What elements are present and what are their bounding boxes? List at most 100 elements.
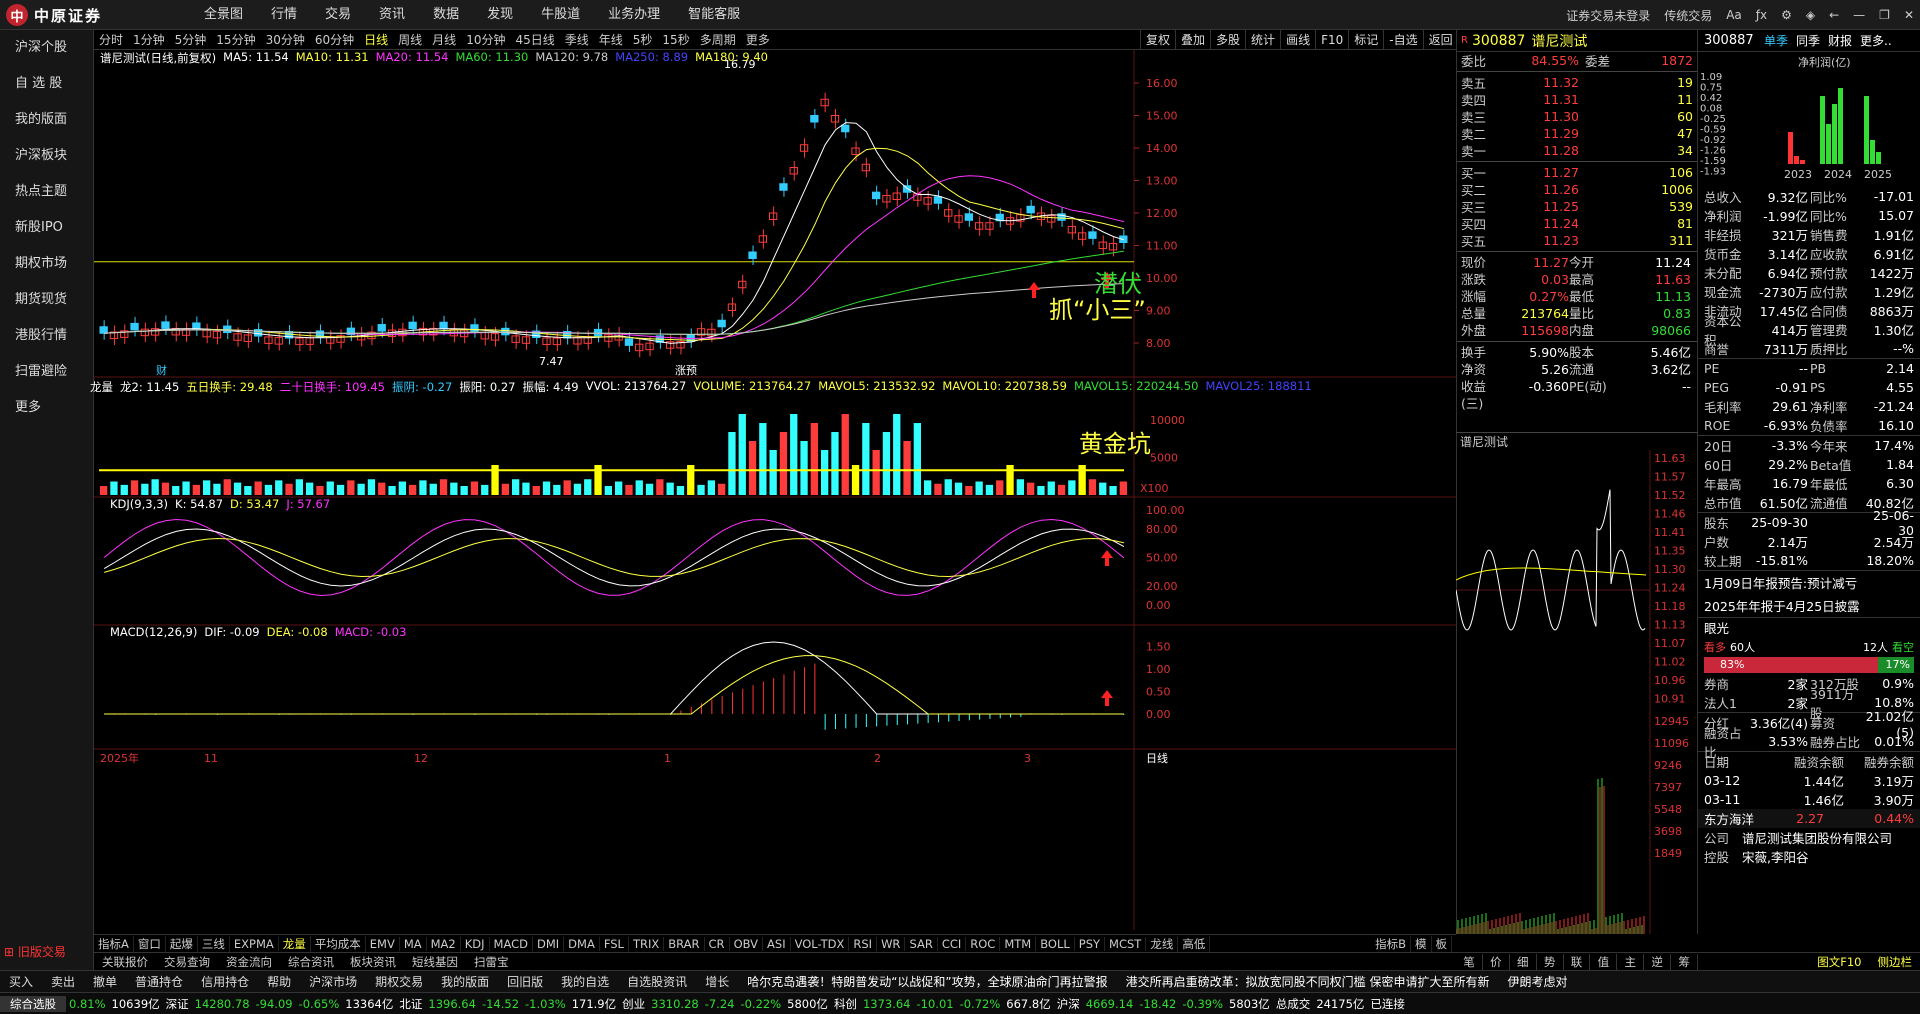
action-button[interactable]: 我的自选: [552, 973, 618, 990]
main-menu-item[interactable]: 牛股道: [527, 0, 594, 30]
indicator-tab[interactable]: DMI: [533, 936, 565, 951]
sidebar-item[interactable]: 沪深个股: [0, 30, 93, 66]
fin-tab[interactable]: 同季: [1796, 32, 1820, 49]
bottom-link[interactable]: 短线基因: [404, 954, 466, 970]
indicator-tab[interactable]: DMA: [564, 936, 600, 951]
classic-trade-link[interactable]: 传统交易: [1664, 7, 1712, 24]
news-headline-1[interactable]: 哈尔克岛遇袭！特朗普发动“以战促和”攻势，全球原油命门再拉警报: [738, 973, 1116, 990]
sidebar-item[interactable]: 我的版面: [0, 102, 93, 138]
sidebar-item[interactable]: 港股行情: [0, 318, 93, 354]
chart-tool-button[interactable]: 叠加: [1175, 30, 1210, 50]
kline-chart-svg[interactable]: 16.0015.0014.0013.0012.0011.0010.009.008…: [94, 50, 1456, 930]
period-tab[interactable]: 10分钟: [461, 31, 510, 48]
indicator-tab[interactable]: EMV: [366, 936, 400, 951]
indicator-tab[interactable]: 窗口: [134, 935, 166, 952]
period-tab[interactable]: 多周期: [695, 31, 741, 48]
indicator-tab[interactable]: VOL-TDX: [791, 936, 850, 951]
font-size-icon[interactable]: Aa: [1726, 8, 1742, 22]
notice-report[interactable]: 2025年年报于4月25日披露: [1698, 594, 1920, 617]
indicator-tab[interactable]: MA2: [427, 936, 461, 951]
indicator-tab[interactable]: BOLL: [1036, 936, 1075, 951]
indicator-tab[interactable]: MTM: [1000, 936, 1037, 951]
fin-tab[interactable]: 财报: [1828, 32, 1852, 49]
sidebar-item[interactable]: 扫雷避险: [0, 354, 93, 390]
chart-tool-button[interactable]: 返回: [1422, 30, 1458, 50]
fin-tab[interactable]: 更多..: [1860, 32, 1892, 49]
indicator-tab[interactable]: 龙线: [1146, 935, 1179, 952]
news-headline-3[interactable]: 伊朗考虑对: [1498, 973, 1576, 990]
chart-tool-button[interactable]: 多股: [1210, 30, 1245, 50]
action-button[interactable]: 增长: [696, 973, 738, 990]
ticker-label[interactable]: 总成交: [1273, 996, 1314, 1012]
action-button[interactable]: 普通持仓: [126, 973, 192, 990]
kline-chart-area[interactable]: 16.00 15.00 14.00 13.00 12.00 11.00 10.00 9.00 8…: [90, 50, 1456, 930]
indicator-tab[interactable]: 三线: [198, 935, 230, 952]
tools-icon[interactable]: ƒx: [1756, 8, 1767, 22]
chart-tool-button[interactable]: 画线: [1280, 30, 1315, 50]
restore-icon[interactable]: ❐: [1879, 8, 1890, 22]
period-tab[interactable]: 45日线: [510, 31, 559, 48]
main-menu-item[interactable]: 交易: [311, 0, 365, 30]
bottom-link[interactable]: 资金流向: [218, 954, 280, 970]
period-tab[interactable]: 15分钟: [211, 31, 260, 48]
action-button[interactable]: 买入: [0, 973, 42, 990]
chart-tool-button[interactable]: 统计: [1245, 30, 1280, 50]
period-tab[interactable]: 月线: [427, 31, 461, 48]
indicator-tab[interactable]: CCI: [938, 936, 967, 951]
main-menu-item[interactable]: 业务办理: [594, 0, 674, 30]
ticker-label[interactable]: 科创: [831, 996, 860, 1012]
indicator-tab-right[interactable]: 板: [1432, 935, 1452, 952]
related-stock[interactable]: 东方海洋 2.27 0.44%: [1698, 809, 1920, 828]
indicator-tab[interactable]: CR: [705, 936, 730, 951]
period-tab[interactable]: 5分钟: [170, 31, 212, 48]
ticker-label[interactable]: 综合选股: [0, 995, 66, 1012]
quote-tab[interactable]: 筹: [1671, 954, 1699, 970]
period-tab[interactable]: 季线: [560, 31, 594, 48]
quote-tab[interactable]: 值: [1590, 954, 1618, 970]
intraday-mini-chart[interactable]: 11.63 11.57 11.52 11.46 11.41 11.35 11.30 11.24…: [1456, 450, 1698, 934]
action-button[interactable]: 信用持仓: [192, 973, 258, 990]
indicator-tab[interactable]: SAR: [905, 936, 938, 951]
settings-icon[interactable]: ⚙: [1781, 8, 1792, 22]
indicator-tab-right[interactable]: 指标B: [1371, 935, 1411, 952]
main-menu-item[interactable]: 智能客服: [674, 0, 754, 30]
indicator-tab[interactable]: 龙量: [279, 935, 311, 952]
ticker-label[interactable]: 北证: [396, 996, 425, 1012]
old-version-trade-link[interactable]: ⊞ 旧版交易: [4, 943, 66, 960]
period-tab[interactable]: 5秒: [628, 31, 658, 48]
indicator-tab[interactable]: FSL: [600, 936, 629, 951]
indicator-tab[interactable]: PSY: [1075, 936, 1106, 951]
indicator-tab[interactable]: EXPMA: [230, 936, 279, 951]
period-tab[interactable]: 日线: [359, 31, 393, 48]
indicator-tab[interactable]: MCST: [1105, 936, 1147, 951]
indicator-tab[interactable]: MA: [400, 936, 427, 951]
minimize-icon[interactable]: —: [1853, 8, 1865, 22]
main-menu-item[interactable]: 行情: [257, 0, 311, 30]
main-menu-item[interactable]: 数据: [419, 0, 473, 30]
bottom-link[interactable]: 综合资讯: [280, 954, 342, 970]
main-menu-item[interactable]: 资讯: [365, 0, 419, 30]
action-button[interactable]: 我的版面: [432, 973, 498, 990]
action-button[interactable]: 卖出: [42, 973, 84, 990]
indicator-tab[interactable]: RSI: [849, 936, 878, 951]
back-icon[interactable]: ←: [1829, 8, 1839, 22]
action-button[interactable]: 沪深市场: [300, 973, 366, 990]
period-tab[interactable]: 更多: [741, 31, 775, 48]
indicator-tab[interactable]: 高低: [1178, 935, 1211, 952]
quote-tab[interactable]: 笔: [1456, 954, 1483, 970]
sidebar-item[interactable]: 新股IPO: [0, 210, 93, 246]
chart-tool-button[interactable]: -自选: [1383, 30, 1422, 50]
action-button[interactable]: 回旧版: [498, 973, 552, 990]
trade-login-status[interactable]: 证券交易未登录: [1566, 7, 1650, 24]
action-button[interactable]: 自选股资讯: [618, 973, 696, 990]
indicator-tab[interactable]: 指标A: [94, 935, 134, 952]
sidebar-item[interactable]: 热点主题: [0, 174, 93, 210]
period-tab[interactable]: 30分钟: [261, 31, 310, 48]
main-menu-item[interactable]: 全景图: [190, 0, 257, 30]
indicator-tab[interactable]: BRAR: [664, 936, 705, 951]
period-tab[interactable]: 1分钟: [128, 31, 170, 48]
indicator-tab[interactable]: OBV: [730, 936, 764, 951]
indicator-tab-right[interactable]: 模: [1411, 935, 1432, 952]
related-name[interactable]: 东方海洋: [1704, 809, 1774, 828]
indicator-tab[interactable]: ROC: [966, 936, 1001, 951]
